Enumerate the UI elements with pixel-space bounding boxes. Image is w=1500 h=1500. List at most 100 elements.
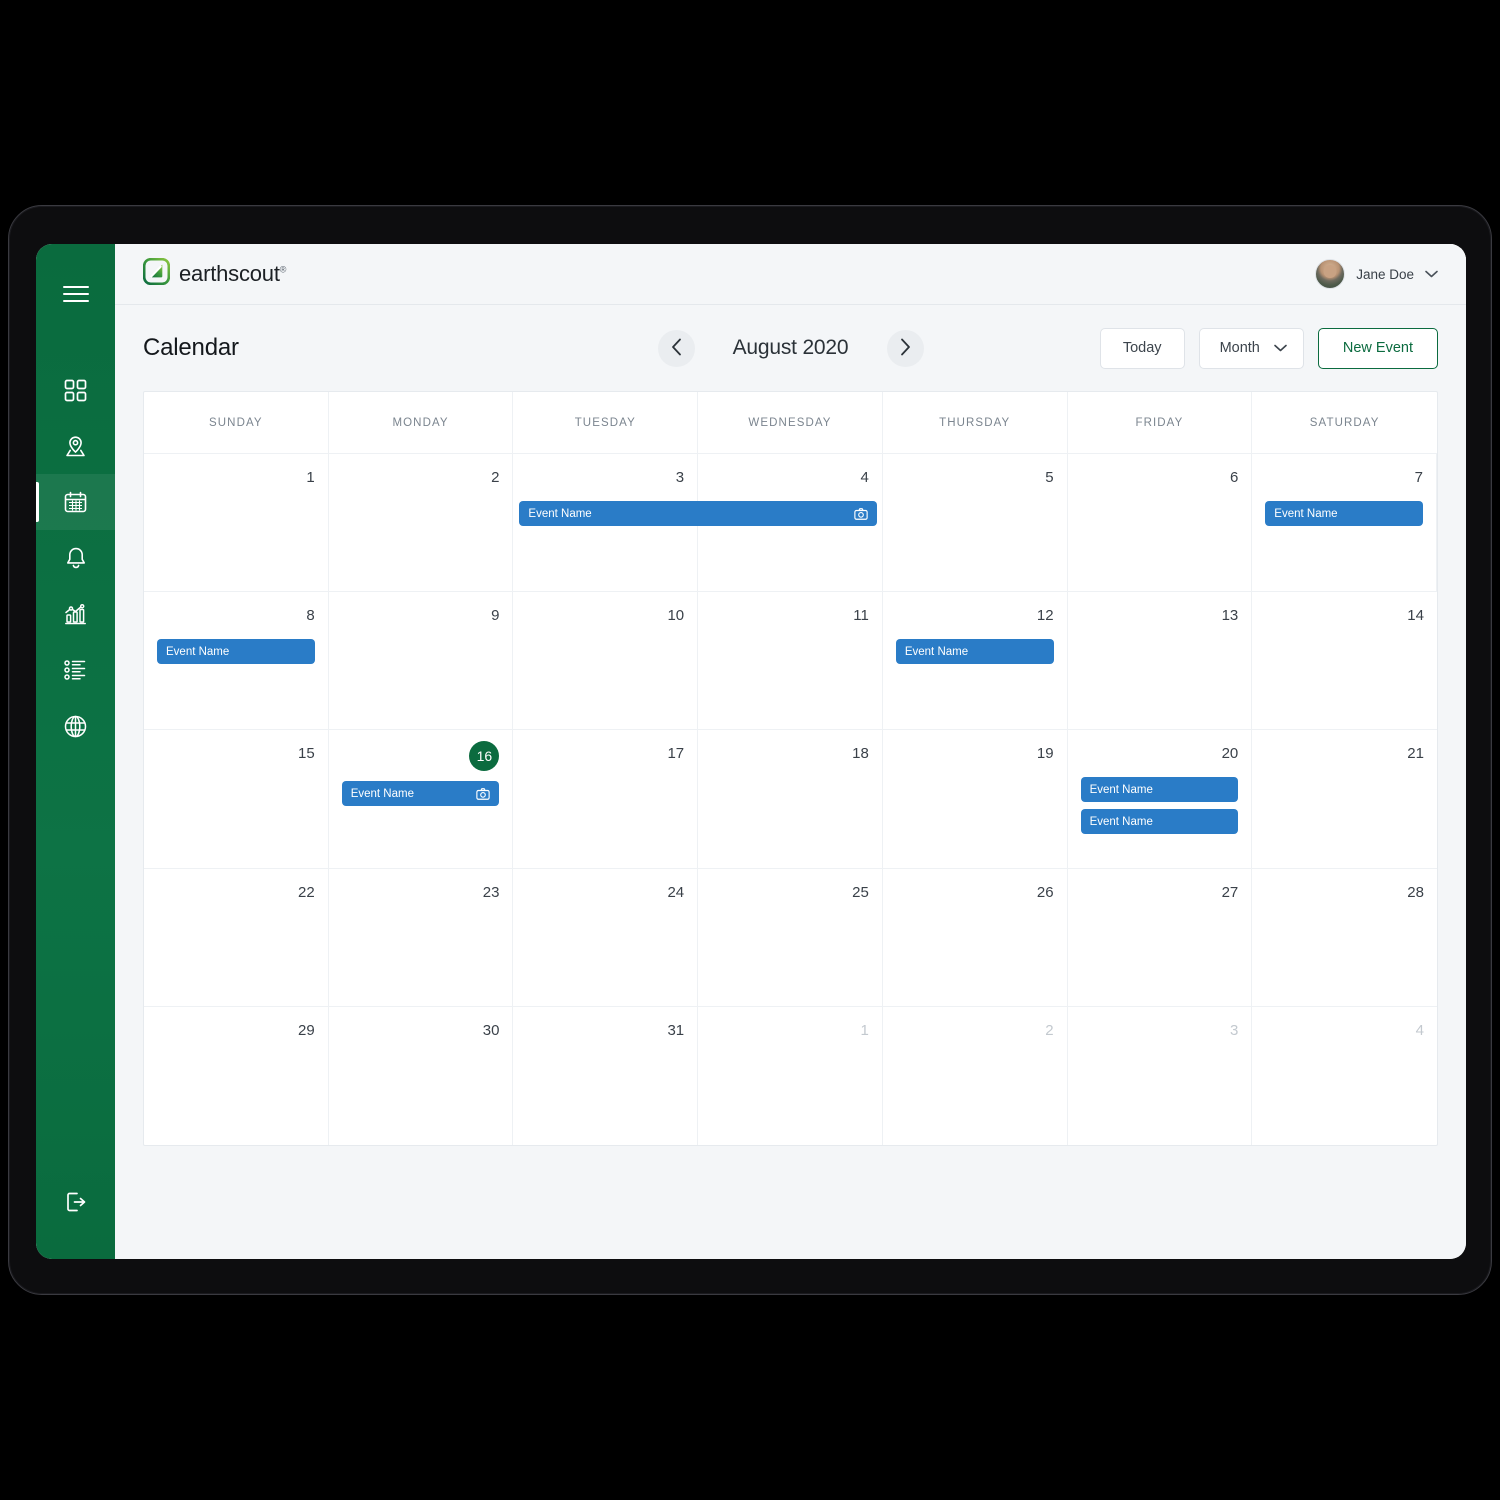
calendar-day-cell[interactable]: 20 Event Name Event Name <box>1068 730 1253 868</box>
calendar-day-number: 18 <box>852 745 869 763</box>
calendar-day-events: Event Name <box>895 639 1054 665</box>
calendar-multiday-event-chip[interactable]: Event Name <box>519 501 877 526</box>
calendar-day-cell[interactable]: 11 <box>698 592 883 730</box>
calendar-day-cell[interactable]: 7 Event Name <box>1252 454 1437 592</box>
logout-button[interactable] <box>36 1190 115 1219</box>
list-icon <box>63 659 88 681</box>
calendar-day-cell[interactable]: 3 <box>1068 1006 1253 1145</box>
calendar-weekday-sunday: SUNDAY <box>144 392 329 453</box>
calendar-day-number: 24 <box>667 883 685 901</box>
sidebar-item-network[interactable] <box>36 698 115 754</box>
calendar-day-number: 13 <box>1221 607 1239 625</box>
sidebar-item-dashboard[interactable] <box>36 362 115 418</box>
sidebar-item-reports[interactable] <box>36 642 115 698</box>
tablet-screen: earthscout® Jane Doe Calendar August 202… <box>36 244 1466 1259</box>
calendar-day-cell[interactable]: 1 <box>144 454 329 592</box>
calendar-weekday-monday: MONDAY <box>329 392 514 453</box>
calendar-day-number: 8 <box>306 607 315 625</box>
calendar-day-cell[interactable]: 14 <box>1252 592 1437 729</box>
calendar-day-events: Event Name Event Name <box>1080 777 1239 835</box>
sidebar-nav <box>36 244 115 1259</box>
calendar-day-number: 3 <box>1229 1021 1239 1039</box>
calendar-day-number: 10 <box>667 607 685 625</box>
sidebar-item-notifications[interactable] <box>36 530 115 586</box>
calendar-day-number: 19 <box>1036 745 1054 763</box>
calendar-day-cell[interactable]: 16 Event Name <box>329 730 514 868</box>
calendar-day-number: 12 <box>1036 607 1054 625</box>
view-mode-select[interactable]: Month <box>1198 327 1304 369</box>
calendar-today-badge: 16 <box>469 741 500 772</box>
calendar-event-chip[interactable]: Event Name <box>341 781 500 807</box>
calendar-day-cell[interactable]: 29 <box>144 1006 329 1145</box>
calendar-day-cell[interactable]: 2 <box>329 454 514 592</box>
calendar-event-chip[interactable]: Event Name <box>1080 777 1239 803</box>
calendar-day-cell[interactable]: 25 <box>698 868 883 1006</box>
new-event-button[interactable]: New Event <box>1317 327 1438 369</box>
calendar-day-number: 7 <box>1414 469 1423 486</box>
brand-name: earthscout® <box>179 261 287 286</box>
calendar-day-cell[interactable]: 4 <box>1252 1007 1437 1145</box>
calendar-week-row: 29 30 31 1 2 3 4 <box>144 1006 1437 1145</box>
calendar-day-cell[interactable]: 24 <box>513 868 699 1006</box>
calendar-day-cell[interactable]: 30 <box>329 1006 514 1145</box>
calendar-event-label: Event Name <box>1274 507 1338 520</box>
calendar-day-cell[interactable]: 9 <box>329 592 514 730</box>
calendar-day-cell[interactable]: 10 <box>513 592 699 730</box>
calendar-day-cell[interactable]: 19 <box>883 730 1068 868</box>
sidebar-item-analytics[interactable] <box>36 586 115 642</box>
calendar-event-chip[interactable]: Event Name <box>157 639 315 665</box>
calendar-day-cell[interactable]: 15 <box>144 730 329 868</box>
calendar-day-cell[interactable]: 31 <box>513 1006 699 1145</box>
tablet-device-frame: earthscout® Jane Doe Calendar August 202… <box>8 205 1492 1295</box>
calendar-weekday-wednesday: WEDNESDAY <box>698 392 883 453</box>
prev-month-button[interactable] <box>657 329 695 367</box>
calendar-day-number: 2 <box>491 469 500 486</box>
calendar-day-number: 20 <box>1221 745 1239 763</box>
calendar-day-cell[interactable]: 1 <box>698 1006 883 1145</box>
calendar-day-events: Event Name <box>157 639 315 665</box>
calendar-day-cell[interactable]: 5 <box>883 454 1068 592</box>
chevron-down-icon <box>1274 340 1287 356</box>
grid-icon <box>64 379 87 402</box>
calendar-day-number: 27 <box>1221 883 1239 901</box>
calendar-event-chip[interactable]: Event Name <box>895 639 1054 665</box>
calendar-day-cell[interactable]: 27 <box>1068 868 1253 1006</box>
calendar-day-cell[interactable]: 17 <box>513 730 699 868</box>
globe-icon <box>63 714 88 739</box>
sidebar-item-locations[interactable] <box>36 418 115 474</box>
calendar-day-cell[interactable]: 13 <box>1068 592 1253 730</box>
registered-mark: ® <box>279 264 287 275</box>
calendar-day-number: 29 <box>298 1021 315 1039</box>
calendar-day-number: 1 <box>860 1021 869 1039</box>
calendar-day-number: 25 <box>852 883 869 901</box>
calendar-day-cell[interactable]: 12 Event Name <box>883 592 1068 730</box>
calendar-day-number: 2 <box>1045 1021 1054 1039</box>
user-menu[interactable]: Jane Doe <box>1315 259 1438 289</box>
today-button[interactable]: Today <box>1099 327 1185 369</box>
calendar-day-number: 23 <box>482 883 500 901</box>
calendar-week-row: 22 23 24 25 26 27 28 <box>144 868 1437 1007</box>
calendar-day-cell[interactable]: 8 Event Name <box>144 592 329 730</box>
chevron-down-icon <box>1425 265 1438 283</box>
calendar-day-cell[interactable]: 18 <box>698 730 883 868</box>
calendar-day-cell[interactable]: 26 <box>883 868 1068 1006</box>
calendar-event-chip[interactable]: Event Name <box>1265 501 1423 526</box>
calendar-weekday-header: SUNDAY MONDAY TUESDAY WEDNESDAY THURSDAY FRID… <box>144 392 1437 454</box>
calendar-day-events: Event Name <box>341 781 500 807</box>
calendar-day-number: 5 <box>1045 469 1054 486</box>
calendar-day-cell[interactable]: 2 <box>883 1006 1068 1145</box>
brand-logo[interactable]: earthscout® <box>142 257 287 290</box>
calendar-day-cell[interactable]: 6 <box>1068 454 1253 592</box>
sidebar-item-calendar[interactable] <box>36 474 115 530</box>
app-header: earthscout® Jane Doe <box>115 244 1466 305</box>
map-pin-icon <box>63 434 88 459</box>
calendar-day-cell[interactable]: 21 <box>1252 730 1437 867</box>
calendar-event-label: Event Name <box>1089 815 1153 828</box>
calendar-day-cell[interactable]: 22 <box>144 868 329 1006</box>
calendar-day-number: 28 <box>1407 883 1424 901</box>
hamburger-menu-button[interactable] <box>36 266 115 322</box>
calendar-event-chip[interactable]: Event Name <box>1080 809 1239 835</box>
calendar-day-cell[interactable]: 23 <box>329 868 514 1006</box>
calendar-day-cell[interactable]: 28 <box>1252 869 1437 1006</box>
next-month-button[interactable] <box>886 329 924 367</box>
